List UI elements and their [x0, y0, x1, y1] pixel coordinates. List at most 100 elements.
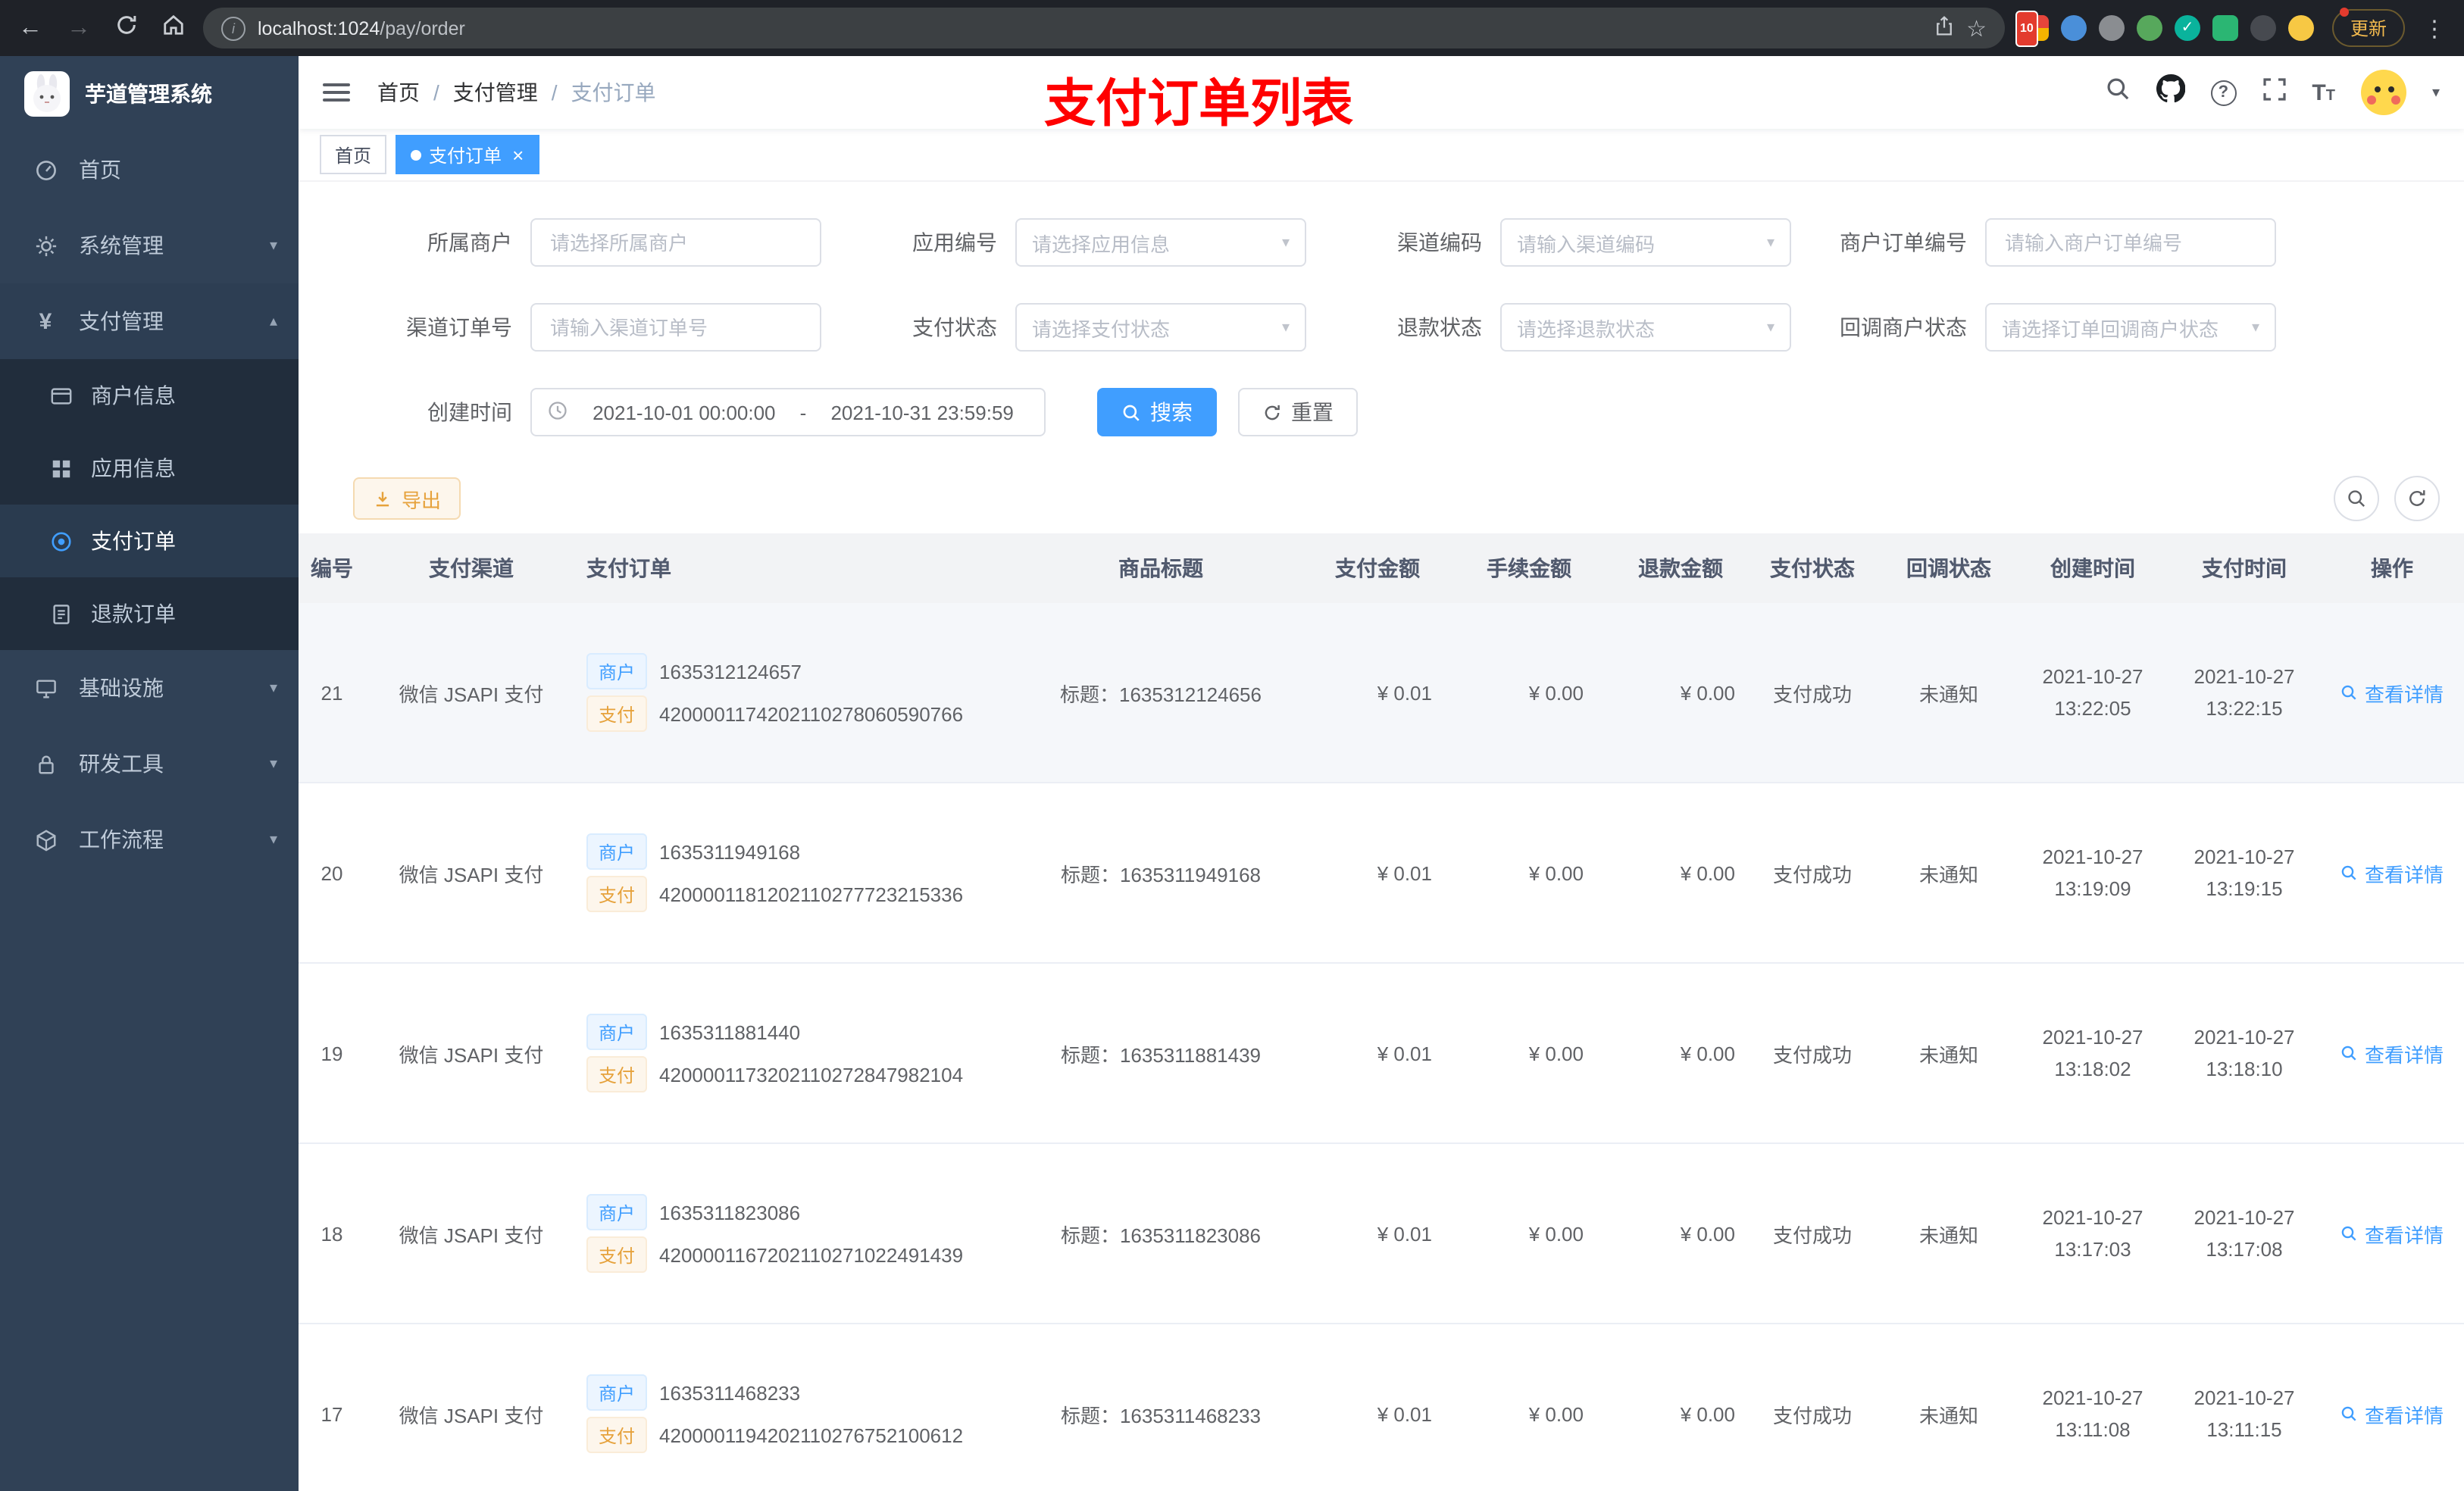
page-annotation: 支付订单列表	[1044, 76, 1353, 133]
search-icon[interactable]	[2104, 76, 2130, 109]
table-row: 20 微信 JSAPI 支付 商户 1635311949168 支付 4200001…	[299, 783, 2464, 964]
merchant-order-input-wrap[interactable]	[1985, 218, 2276, 267]
github-icon[interactable]	[2156, 73, 2185, 111]
extension-green-icon[interactable]	[2136, 15, 2162, 41]
breadcrumb-home[interactable]: 首页	[377, 77, 420, 108]
tag-pay-order[interactable]: 支付订单 ×	[396, 135, 539, 174]
help-icon[interactable]: ?	[2210, 80, 2237, 105]
col-title: 商品标题	[1032, 533, 1290, 603]
sidebar-item-label: 应用信息	[91, 456, 176, 480]
paid-time: 2021-10-27 13:19:15	[2169, 783, 2320, 964]
sidebar-item-pay-order[interactable]: 支付订单	[0, 505, 299, 577]
pay-amount: ¥ 0.01	[1290, 1143, 1441, 1324]
col-amount: 支付金额	[1290, 533, 1441, 603]
extension-dark-icon[interactable]	[2250, 15, 2276, 41]
sidebar-item-label: 支付管理	[79, 309, 164, 333]
sidebar-item-app-info[interactable]: 应用信息	[0, 432, 299, 505]
pay-badge: 支付	[586, 695, 648, 732]
sidebar-item-home[interactable]: 首页	[0, 132, 299, 208]
bookmark-star-icon[interactable]: ☆	[1966, 14, 1987, 42]
refund-status-select[interactable]: 请选择退款状态 ▾	[1500, 303, 1791, 352]
view-detail-link[interactable]: 查看详情	[2340, 1399, 2444, 1428]
merchant-input[interactable]	[547, 230, 805, 255]
view-detail-link[interactable]: 查看详情	[2340, 1219, 2444, 1248]
close-icon[interactable]: ×	[512, 145, 524, 164]
app-select[interactable]: 请选择应用信息 ▾	[1015, 218, 1306, 267]
browser-nav: ← →	[18, 13, 185, 43]
sidebar-item-workflow[interactable]: 工作流程 ▾	[0, 802, 299, 877]
view-detail-link[interactable]: 查看详情	[2340, 678, 2444, 707]
channel-order-input[interactable]	[547, 314, 805, 340]
col-pay-order: 支付订单	[577, 533, 1032, 603]
sidebar-menu: 首页 系统管理 ▾ ¥ 支付管理 ▴ 商户信息 应用信息 支付订单 退款订单 基…	[0, 132, 299, 877]
hamburger-icon[interactable]	[323, 83, 350, 102]
site-info-icon[interactable]: i	[221, 16, 245, 40]
merchant-order-no: 1635311949168	[659, 840, 801, 863]
merchant-order-input[interactable]	[2002, 230, 2259, 255]
view-detail-link[interactable]: 查看详情	[2340, 1039, 2444, 1067]
sidebar-item-dev-tools[interactable]: 研发工具 ▾	[0, 726, 299, 802]
merchant-badge: 商户	[586, 653, 648, 689]
tag-home[interactable]: 首页	[320, 135, 387, 174]
channel-code-select[interactable]: 请输入渠道编码 ▾	[1500, 218, 1791, 267]
pay-amount: ¥ 0.01	[1290, 783, 1441, 964]
col-created: 创建时间	[2017, 533, 2169, 603]
table-search-button[interactable]	[2334, 476, 2379, 521]
export-button[interactable]: 导出	[353, 477, 461, 520]
font-size-icon[interactable]: TT	[2312, 80, 2335, 105]
user-avatar[interactable]	[2360, 70, 2406, 115]
lock-icon	[30, 752, 61, 775]
reload-icon[interactable]	[115, 13, 138, 43]
active-dot	[411, 149, 422, 160]
url-bar[interactable]: i localhost:1024/pay/order ☆	[203, 8, 2005, 48]
col-actions: 操作	[2320, 533, 2464, 603]
breadcrumb-section[interactable]: 支付管理	[453, 77, 538, 108]
update-button[interactable]: 更新	[2331, 8, 2405, 47]
back-icon[interactable]: ←	[18, 14, 42, 42]
sidebar-item-refund-order[interactable]: 退款订单	[0, 577, 299, 650]
card-icon	[45, 384, 76, 407]
sidebar-item-infra[interactable]: 基础设施 ▾	[0, 650, 299, 726]
browser-chrome: ← → i localhost:1024/pay/order ☆ 10 ✓ 更新…	[0, 0, 2464, 56]
pay-status-select[interactable]: 请选择支付状态 ▾	[1015, 303, 1306, 352]
extension-check-icon[interactable]: ✓	[2174, 15, 2200, 41]
search-button[interactable]: 搜索	[1097, 388, 1217, 436]
sidebar-item-label: 首页	[79, 158, 121, 182]
extension-grid-icon[interactable]: 10	[2015, 11, 2049, 47]
table-refresh-button[interactable]	[2394, 476, 2440, 521]
pay-order-no: 4200001173202110272847982104	[659, 1063, 964, 1086]
view-detail-link[interactable]: 查看详情	[2340, 858, 2444, 887]
sidebar-item-pay[interactable]: ¥ 支付管理 ▴	[0, 283, 299, 359]
share-icon[interactable]	[1933, 15, 1954, 41]
sidebar-item-system[interactable]: 系统管理 ▾	[0, 208, 299, 283]
table-row: 19 微信 JSAPI 支付 商户 1635311881440 支付 4200001…	[299, 963, 2464, 1144]
forward-icon[interactable]: →	[67, 14, 91, 42]
date-range-picker[interactable]: 2021-10-01 00:00:00 - 2021-10-31 23:59:5…	[530, 388, 1046, 436]
reset-button[interactable]: 重置	[1238, 388, 1358, 436]
table-row: 17 微信 JSAPI 支付 商户 1635311468233 支付 4200001…	[299, 1324, 2464, 1491]
table-header-row: 编号 支付渠道 支付订单 商品标题 支付金额 手续金额 退款金额 支付状态 回调…	[299, 533, 2464, 603]
notify-status-select[interactable]: 请选择订单回调商户状态 ▾	[1985, 303, 2276, 352]
date-start[interactable]: 2021-10-01 00:00:00	[577, 401, 791, 424]
table-toolbar: 导出	[353, 476, 2440, 521]
merchant-select[interactable]	[530, 218, 821, 267]
date-end[interactable]: 2021-10-31 23:59:59	[815, 401, 1029, 424]
sidebar-item-label: 退款订单	[91, 602, 176, 626]
order-id: 17	[299, 1324, 365, 1491]
extension-emoji-icon[interactable]	[2287, 15, 2314, 41]
extension-chat-icon[interactable]	[2212, 15, 2238, 41]
extension-gray-icon[interactable]	[2098, 15, 2125, 41]
sidebar-item-merchant-info[interactable]: 商户信息	[0, 359, 299, 432]
fullscreen-icon[interactable]	[2262, 77, 2286, 108]
home-icon[interactable]	[162, 13, 185, 43]
user-caret-icon[interactable]: ▾	[2432, 84, 2440, 101]
merchant-badge: 商户	[586, 1194, 648, 1230]
browser-menu-icon[interactable]: ⋮	[2423, 14, 2446, 42]
pay-status: 支付成功	[1744, 963, 1881, 1144]
channel-order-input-wrap[interactable]	[530, 303, 821, 352]
target-icon	[45, 530, 76, 552]
pay-channel: 微信 JSAPI 支付	[365, 1143, 577, 1324]
product-title: 标题：1635312124656	[1032, 603, 1290, 783]
table-row: 21 微信 JSAPI 支付 商户 1635312124657 支付 4200001…	[299, 603, 2464, 783]
extension-drop-icon[interactable]	[2060, 15, 2087, 41]
